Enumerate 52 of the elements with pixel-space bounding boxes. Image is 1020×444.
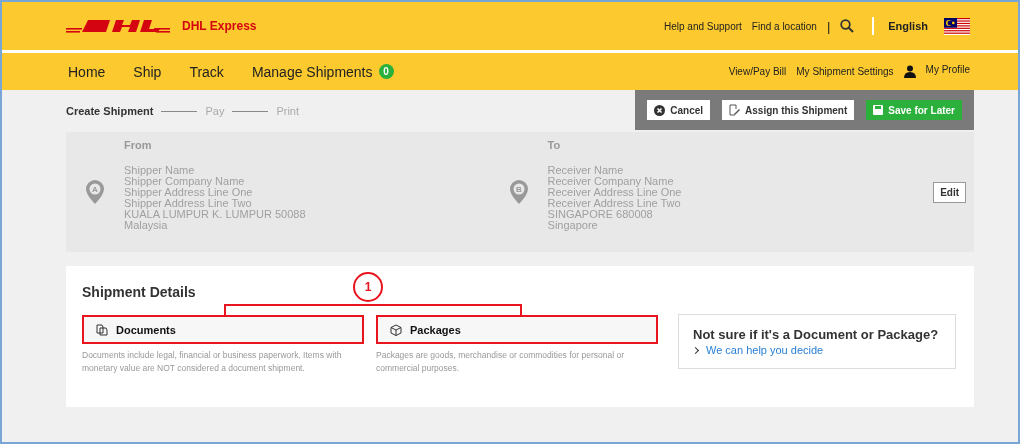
shipment-type-button[interactable]: Documents	[82, 315, 364, 344]
action-button[interactable]: Cancel	[647, 100, 711, 120]
header-link[interactable]: Help and Support	[664, 20, 742, 32]
address-heading: From	[124, 139, 153, 151]
address-line: SINGAPORE 680008	[547, 209, 654, 220]
documents-icon	[96, 323, 108, 336]
step-label: Pay	[205, 105, 225, 117]
shipment-type-button[interactable]: Packages	[376, 315, 658, 344]
address-line: Singapore	[547, 220, 599, 231]
option-description: Packages are goods, merchandise or commodities for personal or commercial purposes.	[376, 349, 626, 375]
search-icon[interactable]	[840, 19, 855, 33]
flag-icon[interactable]	[944, 17, 970, 35]
section-title: Shipment Details	[82, 284, 196, 300]
address-line: Receiver Address Line Two	[547, 198, 682, 209]
action-button[interactable]: Assign this Shipment	[722, 100, 855, 120]
box-icon	[390, 323, 402, 336]
address-line: Shipper Company Name	[124, 176, 245, 187]
count-badge: 0	[378, 64, 394, 79]
address-line: Shipper Name	[124, 165, 195, 176]
address-line: Receiver Name	[547, 165, 625, 176]
address-heading: To	[547, 139, 562, 151]
nav-link[interactable]: Manage Shipments 0	[251, 63, 394, 80]
language-link[interactable]: English	[888, 20, 928, 32]
step-label: Print	[276, 105, 299, 117]
address-line: KUALA LUMPUR K. LUMPUR 50088	[124, 209, 306, 220]
map-pin-icon: B	[509, 180, 528, 204]
close-icon	[654, 104, 666, 116]
header-link[interactable]: Find a location	[751, 20, 817, 32]
dhl-logo[interactable]	[66, 18, 170, 34]
address-line: Shipper Address Line One	[124, 187, 254, 198]
nav-link[interactable]: Home	[68, 63, 106, 80]
option-description: Documents include legal, financial or business paperwork. Items with monetary value are NOT considered a document shipment.	[82, 349, 343, 375]
nav-link[interactable]: Track	[189, 63, 224, 80]
address-line: Malaysia	[124, 220, 169, 231]
save-icon	[873, 105, 884, 115]
nav-link[interactable]: View/Pay Bill	[728, 66, 787, 77]
address-line: Receiver Address Line One	[547, 187, 682, 198]
profile-link[interactable]: My Profile	[925, 64, 970, 75]
person-icon[interactable]	[903, 65, 916, 78]
nav-link[interactable]: My Shipment Settings	[796, 66, 894, 77]
brand-name: DHL Express	[182, 19, 257, 33]
help-title: Not sure if it's a Document or Package?	[693, 327, 940, 342]
edit-icon	[729, 104, 741, 116]
map-pin-icon: A	[86, 180, 104, 204]
address-line: Receiver Company Name	[547, 176, 674, 187]
help-link[interactable]: We can help you decide	[706, 344, 824, 356]
edit-button[interactable]: Edit	[933, 181, 966, 203]
step-label: Create Shipment	[66, 105, 154, 117]
separator: |	[826, 18, 831, 34]
nav-link[interactable]: Ship	[133, 63, 162, 80]
annotation-marker: 1	[353, 272, 383, 302]
address-line: Shipper Address Line Two	[124, 198, 252, 209]
